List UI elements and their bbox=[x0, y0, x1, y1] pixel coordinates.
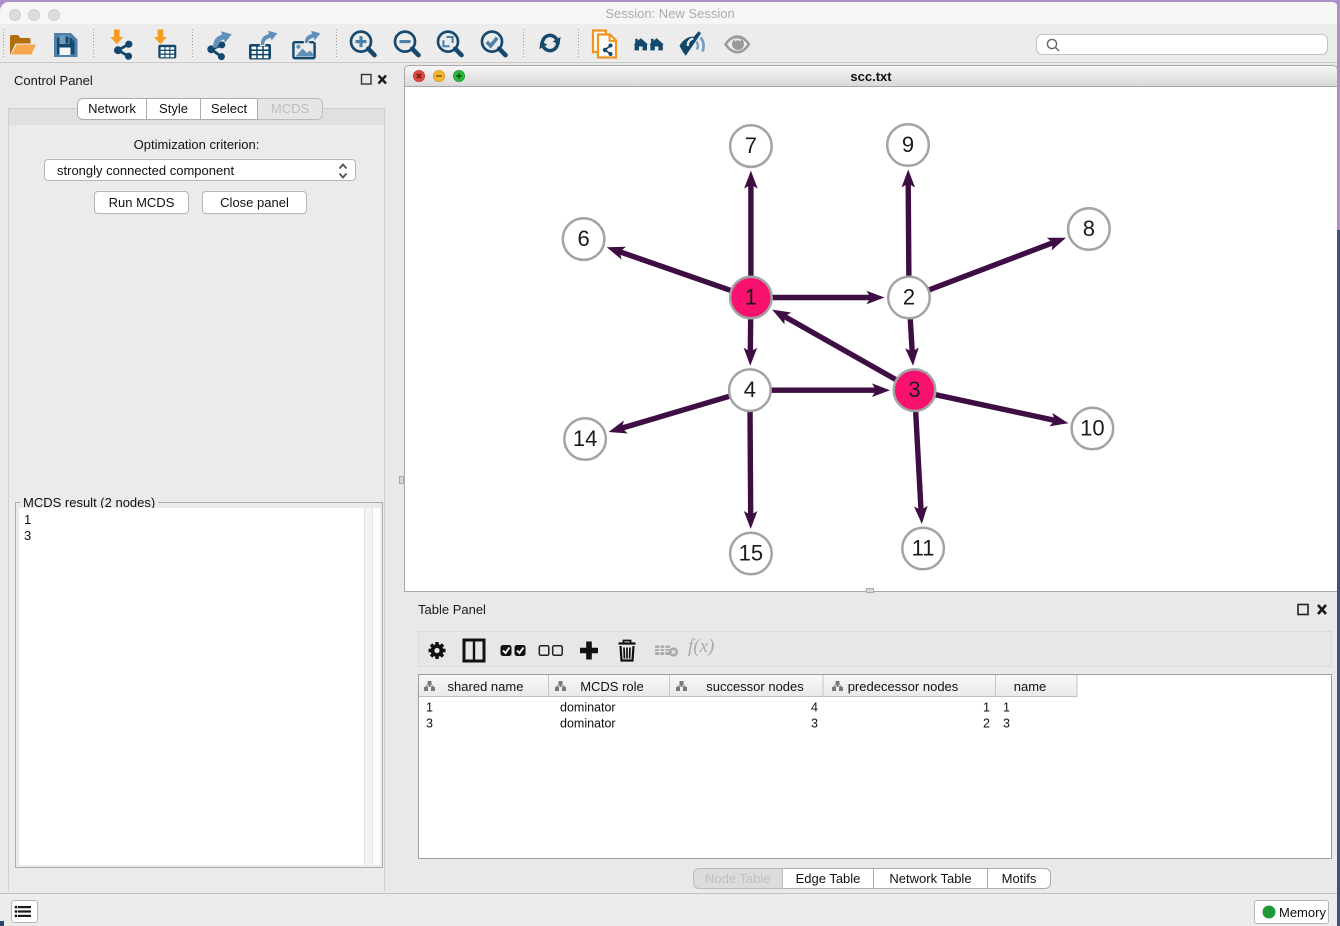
svg-text:3: 3 bbox=[908, 377, 920, 402]
svg-text:3: 3 bbox=[811, 717, 818, 731]
svg-text:4: 4 bbox=[811, 701, 818, 715]
svg-text:3: 3 bbox=[426, 717, 433, 731]
svg-text:dominator: dominator bbox=[560, 701, 616, 715]
svg-text:1: 1 bbox=[983, 701, 990, 715]
svg-text:4: 4 bbox=[744, 377, 756, 402]
svg-text:9: 9 bbox=[902, 132, 914, 157]
svg-text:11: 11 bbox=[912, 536, 935, 561]
svg-text:name: name bbox=[1014, 679, 1047, 694]
svg-text:2: 2 bbox=[983, 717, 990, 731]
svg-text:predecessor nodes: predecessor nodes bbox=[848, 679, 959, 694]
svg-text:3: 3 bbox=[1003, 717, 1010, 731]
svg-text:successor nodes: successor nodes bbox=[706, 679, 804, 694]
svg-text:shared name: shared name bbox=[448, 679, 524, 694]
svg-text:8: 8 bbox=[1083, 216, 1095, 241]
svg-text:2: 2 bbox=[903, 285, 915, 310]
svg-text:1: 1 bbox=[426, 701, 433, 715]
svg-text:7: 7 bbox=[745, 133, 757, 158]
svg-text:dominator: dominator bbox=[560, 717, 616, 731]
svg-text:14: 14 bbox=[573, 426, 597, 451]
svg-text:6: 6 bbox=[577, 226, 589, 251]
svg-text:10: 10 bbox=[1080, 416, 1104, 441]
svg-text:1: 1 bbox=[1003, 701, 1010, 715]
svg-text:15: 15 bbox=[739, 541, 763, 566]
svg-text:1: 1 bbox=[745, 285, 757, 310]
svg-text:MCDS role: MCDS role bbox=[580, 679, 644, 694]
